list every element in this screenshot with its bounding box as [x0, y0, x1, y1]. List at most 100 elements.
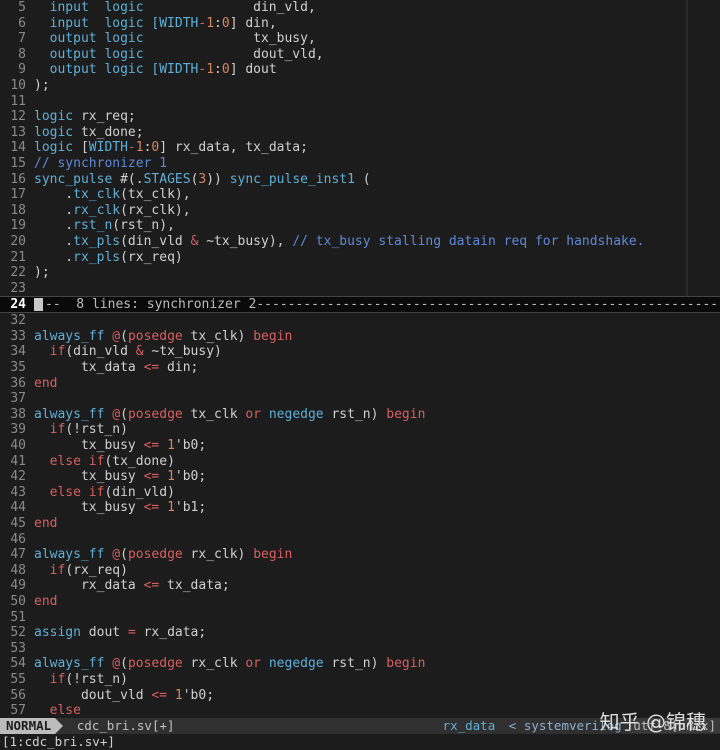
- code-token: <=: [143, 578, 160, 594]
- code-token: -: [127, 140, 136, 156]
- code-line[interactable]: 20 .tx_pls(din_vld & ~tx_busy), // tx_bu…: [0, 234, 720, 250]
- code-text: input logic din_vld,: [34, 0, 316, 15]
- line-number: 16: [10, 171, 26, 187]
- comment-token: // synchronizer 1: [34, 155, 168, 171]
- code-token: if: [34, 344, 66, 360]
- command-line[interactable]: [1:cdc_bri.sv+]: [0, 734, 720, 750]
- code-token: if: [34, 562, 66, 578]
- code-line[interactable]: 11: [0, 94, 720, 110]
- code-token: WIDTH: [88, 140, 128, 156]
- code-line[interactable]: 34 if(din_vld & ~tx_busy): [0, 344, 720, 360]
- line-number: 10: [10, 77, 26, 93]
- code-line[interactable]: 17 .tx_clk(tx_clk),: [0, 187, 720, 203]
- code-line[interactable]: 7 output logic tx_busy,: [0, 31, 720, 47]
- code-text: end: [34, 376, 57, 391]
- fold-line[interactable]: 24 -- 8 lines: synchronizer 2------------…: [0, 296, 720, 314]
- code-token: STAGES: [143, 171, 191, 187]
- code-line[interactable]: 53: [0, 641, 720, 657]
- code-token: =: [127, 625, 136, 641]
- code-line[interactable]: 35 tx_data <= din;: [0, 360, 720, 376]
- code-line[interactable]: 21 .rx_pls(rx_req): [0, 250, 720, 266]
- code-token: always_ff: [34, 406, 105, 422]
- code-line[interactable]: 50 end: [0, 594, 720, 610]
- code-line[interactable]: 12 logic rx_req;: [0, 109, 720, 125]
- code-token: posedge: [127, 328, 183, 344]
- code-line[interactable]: 15 // synchronizer 1: [0, 156, 720, 172]
- code-token: 'b1;: [174, 500, 207, 516]
- code-line[interactable]: 44 tx_busy <= 1'b1;: [0, 500, 720, 516]
- code-line[interactable]: 46: [0, 532, 720, 548]
- code-line[interactable]: 52 assign dout = rx_data;: [0, 625, 720, 641]
- code-line[interactable]: 42 tx_busy <= 1'b0;: [0, 469, 720, 485]
- code-text: if(rx_req): [34, 563, 128, 578]
- code-line[interactable]: 19 .rst_n(rst_n),: [0, 218, 720, 234]
- line-number: 24: [10, 297, 26, 313]
- code-line[interactable]: 14 logic [WIDTH-1:0] rx_data, tx_data;: [0, 140, 720, 156]
- code-token: output logic: [34, 62, 144, 78]
- code-line[interactable]: 23: [0, 281, 720, 297]
- code-token: @: [112, 406, 121, 422]
- line-number: 23: [10, 280, 26, 296]
- code-line[interactable]: 9 output logic [WIDTH-1:0] dout: [0, 62, 720, 78]
- code-line[interactable]: 56 dout_vld <= 1'b0;: [0, 688, 720, 704]
- code-token: sync_pulse: [34, 171, 113, 187]
- code-line[interactable]: 40 tx_busy <= 1'b0;: [0, 438, 720, 454]
- code-line[interactable]: 10);: [0, 78, 720, 94]
- code-line[interactable]: 33 always_ff @(posedge tx_clk) begin: [0, 329, 720, 345]
- code-text: if(!rst_n): [34, 422, 128, 437]
- code-line[interactable]: 45 end: [0, 516, 720, 532]
- code-line[interactable]: 54 always_ff @(posedge rx_clk or negedge …: [0, 656, 720, 672]
- code-line[interactable]: 49 rx_data <= tx_data;: [0, 578, 720, 594]
- code-line[interactable]: 22);: [0, 265, 720, 281]
- code-editor[interactable]: 5 input logic din_vld, 6 input logic [WID…: [0, 0, 720, 718]
- code-token: tx_clk: [73, 187, 121, 203]
- code-token: logic: [34, 140, 74, 156]
- line-number: 34: [10, 344, 26, 360]
- code-text: always_ff @(posedge rx_clk) begin: [34, 547, 292, 562]
- code-token: <=: [143, 500, 160, 516]
- code-line[interactable]: 13 logic tx_done;: [0, 125, 720, 141]
- code-text: );: [34, 78, 50, 93]
- code-line[interactable]: 8 output logic dout_vld,: [0, 47, 720, 63]
- code-line[interactable]: 43 else if(din_vld): [0, 485, 720, 501]
- code-text: logic rx_req;: [34, 109, 136, 124]
- code-token: always_ff: [34, 547, 105, 563]
- code-token: sync_pulse_inst1: [221, 171, 355, 187]
- code-token: (rx_clk),: [120, 202, 191, 218]
- code-line[interactable]: 39 if(!rst_n): [0, 422, 720, 438]
- code-line[interactable]: 38 always_ff @(posedge tx_clk or negedge …: [0, 407, 720, 423]
- code-line[interactable]: 16 sync_pulse #(.STAGES(3)) sync_pulse_in…: [0, 172, 720, 188]
- code-line[interactable]: 18 .rx_clk(rx_clk),: [0, 203, 720, 219]
- code-line[interactable]: 55 if(!rst_n): [0, 672, 720, 688]
- code-line[interactable]: 37: [0, 391, 720, 407]
- code-line[interactable]: 5 input logic din_vld,: [0, 0, 720, 16]
- code-line[interactable]: 36 end: [0, 376, 720, 392]
- code-token: negedge: [268, 656, 324, 672]
- code-line[interactable]: 6 input logic [WIDTH-1:0] din,: [0, 16, 720, 32]
- code-token: );: [34, 77, 50, 93]
- code-token: or: [245, 406, 262, 422]
- code-token: [: [143, 15, 160, 31]
- code-token: rx_clk: [73, 202, 121, 218]
- comment-token: // tx_busy stalling datain req for hands…: [292, 233, 645, 249]
- code-text: sync_pulse #(.STAGES(3)) sync_pulse_inst…: [34, 172, 371, 187]
- code-token: tx_busy: [34, 438, 144, 454]
- code-token: (!rst_n): [65, 671, 128, 687]
- code-line[interactable]: 32: [0, 313, 720, 329]
- code-lines[interactable]: 5 input logic din_vld, 6 input logic [WID…: [0, 0, 720, 718]
- code-line[interactable]: 41 else if(tx_done): [0, 454, 720, 470]
- line-number: 13: [10, 124, 26, 140]
- line-number: 53: [10, 640, 26, 656]
- code-line[interactable]: 51: [0, 610, 720, 626]
- line-number: 42: [10, 469, 26, 485]
- code-token: dout: [80, 625, 128, 641]
- code-token: 1: [167, 438, 175, 454]
- code-token: rx_pls: [73, 249, 121, 265]
- code-text: );: [34, 265, 50, 280]
- code-text: tx_data <= din;: [34, 360, 198, 375]
- code-line[interactable]: 48 if(rx_req): [0, 563, 720, 579]
- line-number: 12: [10, 109, 26, 125]
- code-token: rx_data: [34, 578, 144, 594]
- code-line[interactable]: 47 always_ff @(posedge rx_clk) begin: [0, 547, 720, 563]
